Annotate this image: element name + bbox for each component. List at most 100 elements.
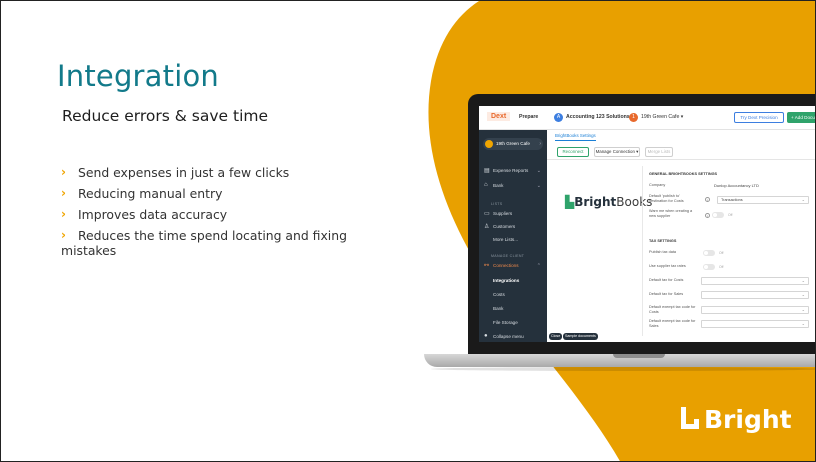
default-exempt-costs-select[interactable]: ⌄ bbox=[701, 306, 809, 314]
chevron-down-icon: ⌄ bbox=[536, 183, 541, 189]
practice-name[interactable]: Accounting 123 Solutions bbox=[566, 114, 630, 120]
sidebar-item-customers[interactable]: ♙ Customers bbox=[479, 224, 547, 230]
company-label: Company bbox=[649, 183, 666, 187]
collapse-icon: ● bbox=[484, 333, 488, 339]
chevron-down-icon: ⌄ bbox=[536, 168, 541, 174]
company-value: Dunlop Accountancy LTD bbox=[714, 183, 759, 188]
default-tax-sales-select[interactable]: ⌄ bbox=[701, 291, 809, 299]
try-precision-button[interactable]: Try Dext Precision bbox=[734, 112, 784, 123]
toggle-state-label: Off bbox=[728, 213, 733, 217]
list-item: › Reduces the time spend locating and fi… bbox=[61, 228, 391, 258]
manage-connection-button[interactable]: Manage Connection ▾ bbox=[594, 147, 640, 157]
chevron-right-icon: › bbox=[61, 186, 66, 200]
slide-subtitle: Reduce errors & save time bbox=[62, 107, 269, 125]
client-selector[interactable]: 19th Green Cafe ▾ bbox=[641, 114, 683, 120]
sidebar-item-label: Connections bbox=[493, 263, 519, 268]
chevron-right-icon: › bbox=[61, 165, 66, 179]
sidebar-item-bank[interactable]: ⌂ Bank ⌄ bbox=[479, 182, 547, 189]
slide-title: Integration bbox=[57, 59, 219, 93]
chevron-down-icon: ⌄ bbox=[801, 292, 805, 297]
publish-tax-label: Publish tax data bbox=[649, 250, 677, 254]
laptop-notch bbox=[613, 354, 665, 358]
sidebar-item-label: More Lists... bbox=[493, 237, 519, 242]
bright-logo-icon: ▙ bbox=[565, 195, 575, 209]
tax-settings-heading: TAX SETTINGS bbox=[649, 239, 677, 243]
people-icon: ♙ bbox=[484, 224, 490, 230]
benefit-list: › Send expenses in just a few clicks › R… bbox=[61, 165, 391, 264]
close-button[interactable]: Close bbox=[549, 333, 563, 340]
merge-lists-button[interactable]: Merge Lists bbox=[645, 147, 673, 157]
product-label: Prepare bbox=[519, 114, 539, 120]
sidebar-item-label: Suppliers bbox=[493, 211, 513, 216]
use-supplier-tax-toggle[interactable] bbox=[703, 264, 715, 270]
list-item: › Reducing manual entry bbox=[61, 186, 391, 201]
bullet-text-continued: mistakes bbox=[61, 243, 117, 258]
default-tax-sales-label: Default tax for Sales bbox=[649, 292, 684, 296]
add-documents-button[interactable]: + Add Documents bbox=[787, 112, 815, 123]
default-tax-costs-label: Default tax for Costs bbox=[649, 278, 684, 282]
info-icon[interactable]: i bbox=[705, 213, 710, 218]
bright-logo-icon bbox=[681, 407, 699, 429]
default-exempt-costs-label: Default exempt tax code for Costs bbox=[649, 305, 696, 314]
client-avatar: 1 bbox=[629, 113, 638, 122]
bank-icon: ⌂ bbox=[484, 182, 488, 188]
laptop-shadow bbox=[431, 367, 815, 371]
practice-avatar: A bbox=[554, 113, 563, 122]
chevron-up-icon: ⌃ bbox=[536, 263, 541, 269]
brightbooks-logo-brand: Bright bbox=[574, 195, 617, 209]
list-item: › Improves data accuracy bbox=[61, 207, 391, 222]
chevron-down-icon: ⌄ bbox=[801, 197, 805, 202]
dext-logo[interactable]: Dext bbox=[487, 112, 511, 121]
client-switcher-label: 19th Green Cafe bbox=[496, 141, 530, 146]
toggle-state-label: Off bbox=[719, 265, 724, 269]
bullet-text: Improves data accuracy bbox=[78, 207, 228, 222]
sidebar-item-integrations[interactable]: Integrations bbox=[479, 278, 547, 283]
chevron-down-icon: ⌄ bbox=[801, 321, 805, 326]
truck-icon: ▭ bbox=[484, 211, 490, 217]
document-icon: ▤ bbox=[484, 168, 490, 174]
reconnect-button[interactable]: Reconnect bbox=[557, 147, 589, 157]
warn-new-supplier-label: Warn me when creating a new supplier bbox=[649, 209, 693, 218]
sidebar-item-label: Customers bbox=[493, 224, 516, 229]
sidebar-item-suppliers[interactable]: ▭ Suppliers bbox=[479, 211, 547, 217]
collapse-menu-button[interactable]: ● Collapse menu bbox=[479, 333, 547, 339]
slide: Integration Reduce errors & save time › … bbox=[0, 0, 816, 462]
chevron-down-icon: ⌄ bbox=[801, 278, 805, 283]
sidebar-item-connections[interactable]: ⚯ Connections ⌃ bbox=[479, 263, 547, 269]
bullet-text: Reducing manual entry bbox=[78, 186, 223, 201]
brightbooks-logo-suffix: Books bbox=[616, 195, 653, 209]
publish-destination-select[interactable]: Transactions ⌄ bbox=[717, 196, 809, 204]
sidebar-item-costs[interactable]: Costs bbox=[479, 292, 547, 297]
divider bbox=[642, 166, 643, 336]
general-settings-heading: GENERAL BRIGHTBOOKS SETTINGS bbox=[649, 172, 718, 176]
bullet-text: Send expenses in just a few clicks bbox=[78, 165, 290, 180]
bright-logo-text: Bright bbox=[704, 405, 792, 434]
sample-documents-button[interactable]: Sample documents bbox=[563, 333, 598, 340]
sidebar-item-label: Expense Reports bbox=[493, 168, 529, 173]
publish-tax-toggle[interactable] bbox=[703, 250, 715, 256]
sidebar-item-bank-connection[interactable]: Bank bbox=[479, 306, 547, 311]
default-exempt-sales-label: Default exempt tax code for Sales bbox=[649, 319, 696, 328]
sidebar-item-file-storage[interactable]: File Storage bbox=[479, 320, 547, 325]
collapse-menu-label: Collapse menu bbox=[493, 334, 524, 339]
chevron-down-icon: ⌄ bbox=[801, 307, 805, 312]
default-exempt-sales-select[interactable]: ⌄ bbox=[701, 320, 809, 328]
sidebar: 19th Green Cafe › ▤ Expense Reports ⌄ ⌂ … bbox=[479, 130, 547, 342]
warn-new-supplier-toggle[interactable] bbox=[712, 212, 724, 218]
app-screenshot: Dext Prepare A Accounting 123 Solutions … bbox=[479, 106, 815, 342]
sidebar-item-label: Bank bbox=[493, 183, 504, 188]
chevron-right-icon: › bbox=[539, 141, 541, 147]
sidebar-item-more-lists[interactable]: More Lists... bbox=[479, 237, 547, 242]
sidebar-heading-manage-client: MANAGE CLIENT bbox=[491, 254, 525, 258]
publish-destination-value: Transactions bbox=[721, 198, 743, 202]
chevron-right-icon: › bbox=[61, 228, 66, 242]
use-supplier-tax-label: Use supplier tax rates bbox=[649, 264, 686, 268]
list-item: › Send expenses in just a few clicks bbox=[61, 165, 391, 180]
default-tax-costs-select[interactable]: ⌄ bbox=[701, 277, 809, 285]
tab-brightbooks-settings[interactable]: BrightBooks Settings bbox=[555, 133, 596, 141]
info-icon[interactable]: i bbox=[705, 197, 710, 202]
toggle-state-label: Off bbox=[719, 251, 724, 255]
action-bar: Reconnect Manage Connection ▾ Merge List… bbox=[547, 144, 815, 160]
default-publish-label: Default 'publish to' destination for Cos… bbox=[649, 194, 684, 203]
sidebar-item-expense-reports[interactable]: ▤ Expense Reports ⌄ bbox=[479, 168, 547, 174]
